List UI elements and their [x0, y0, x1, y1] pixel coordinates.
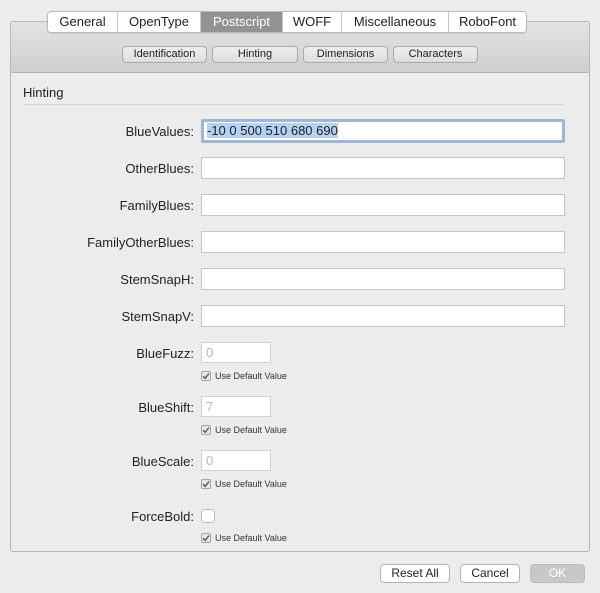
force-bold-default-row[interactable]: Use Default Value — [201, 533, 287, 543]
subtab-identification[interactable]: Identification — [122, 46, 207, 63]
blue-scale-default-checkbox[interactable] — [201, 479, 211, 489]
family-other-blues-input[interactable] — [201, 231, 565, 253]
stem-snap-h-input[interactable] — [201, 268, 565, 290]
blue-shift-label: BlueShift: — [138, 400, 194, 415]
blue-fuzz-label: BlueFuzz: — [136, 346, 194, 361]
tab-opentype[interactable]: OpenType — [118, 12, 201, 32]
reset-all-button[interactable]: Reset All — [380, 564, 450, 583]
blue-scale-label: BlueScale: — [131, 454, 194, 469]
stem-snap-v-input[interactable] — [201, 305, 565, 327]
section-divider — [23, 104, 564, 105]
cancel-button[interactable]: Cancel — [460, 564, 520, 583]
blue-shift-default-checkbox[interactable] — [201, 425, 211, 435]
blue-scale-default-label: Use Default Value — [215, 479, 287, 489]
blue-shift-input[interactable]: 7 — [201, 396, 271, 417]
subtab-dimensions[interactable]: Dimensions — [303, 46, 388, 63]
blue-fuzz-default-row[interactable]: Use Default Value — [201, 371, 287, 381]
other-blues-input[interactable] — [201, 157, 565, 179]
subtab-hinting[interactable]: Hinting — [212, 46, 298, 63]
stem-snap-v-label: StemSnapV: — [121, 309, 194, 324]
force-bold-checkbox[interactable] — [201, 509, 215, 523]
blue-scale-default-row[interactable]: Use Default Value — [201, 479, 287, 489]
blue-fuzz-default-checkbox[interactable] — [201, 371, 211, 381]
sub-tab-bar: Identification Hinting Dimensions Charac… — [122, 46, 478, 63]
family-other-blues-label: FamilyOtherBlues: — [87, 235, 194, 250]
stem-snap-h-label: StemSnapH: — [120, 272, 194, 287]
blue-scale-input[interactable]: 0 — [201, 450, 271, 471]
tab-robofont[interactable]: RoboFont — [449, 12, 526, 32]
tab-postscript[interactable]: Postscript — [201, 12, 283, 32]
blue-values-input[interactable]: -10 0 500 510 680 690 — [201, 119, 565, 143]
blue-shift-default-row[interactable]: Use Default Value — [201, 425, 287, 435]
blue-fuzz-input[interactable]: 0 — [201, 342, 271, 363]
ok-button[interactable]: OK — [530, 564, 585, 583]
family-blues-label: FamilyBlues: — [119, 198, 194, 213]
section-title: Hinting — [23, 85, 64, 100]
tab-general[interactable]: General — [48, 12, 118, 32]
blue-values-label: BlueValues: — [125, 124, 194, 139]
main-tab-bar: General OpenType Postscript WOFF Miscell… — [47, 11, 527, 33]
blue-shift-default-label: Use Default Value — [215, 425, 287, 435]
blue-values-text: -10 0 500 510 680 690 — [207, 123, 338, 138]
force-bold-default-label: Use Default Value — [215, 533, 287, 543]
subtab-characters[interactable]: Characters — [393, 46, 478, 63]
other-blues-label: OtherBlues: — [125, 161, 194, 176]
force-bold-default-checkbox[interactable] — [201, 533, 211, 543]
force-bold-label: ForceBold: — [131, 509, 194, 524]
blue-fuzz-default-label: Use Default Value — [215, 371, 287, 381]
tab-woff[interactable]: WOFF — [283, 12, 342, 32]
family-blues-input[interactable] — [201, 194, 565, 216]
tab-miscellaneous[interactable]: Miscellaneous — [342, 12, 449, 32]
